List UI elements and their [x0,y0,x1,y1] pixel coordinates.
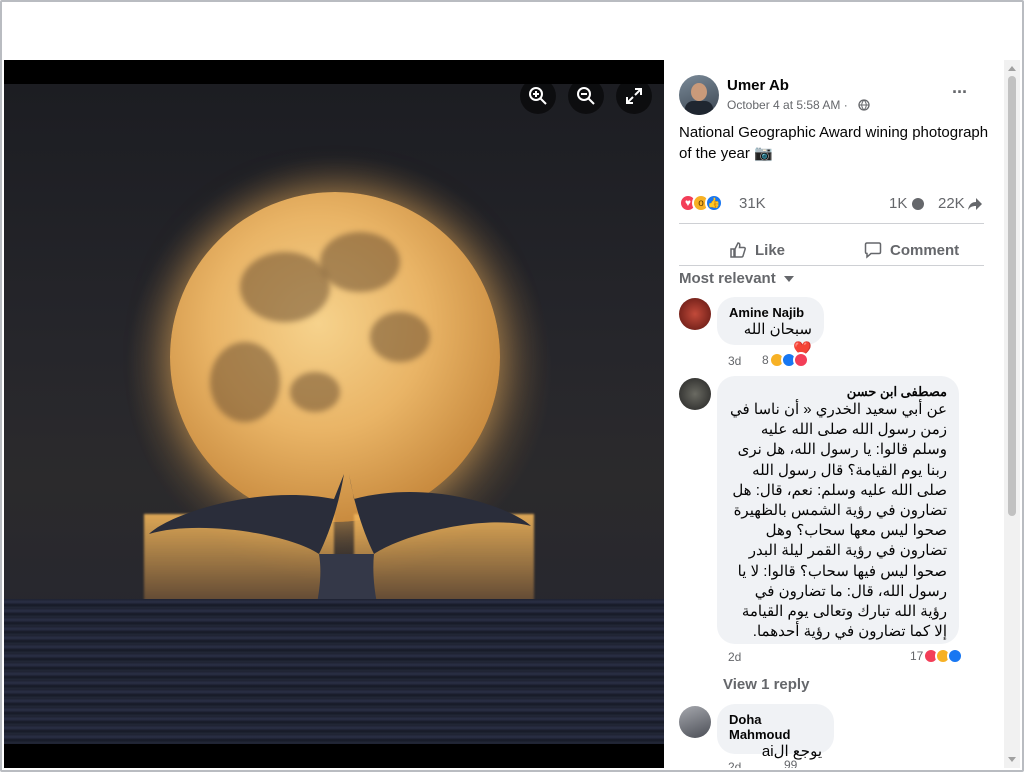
zoom-out-button[interactable] [568,78,604,114]
fullscreen-icon [626,88,642,104]
zoom-out-icon [577,87,595,105]
comment-button[interactable]: Comment [864,235,959,265]
photo-viewer [4,60,664,768]
like-icon [730,242,746,258]
reaction-icons[interactable]: ♥ o 👍 [679,194,723,213]
comments-count[interactable]: 1K [889,195,907,212]
comment-author[interactable]: مصطفى ابن حسن [729,384,947,400]
zoom-in-icon [529,87,547,105]
comment-reactions[interactable]: 8 [762,352,809,368]
sea [4,599,664,744]
comment-bubble: Amine Najib سبحان الله ❤️ [717,297,824,358]
commenter-avatar[interactable] [679,706,711,738]
scroll-thumb[interactable] [1008,76,1016,516]
comment-text: يوجع الai [761,743,822,760]
scroll-down-arrow[interactable] [1008,757,1016,762]
comment-reactions[interactable]: 99 [784,758,797,768]
comment-icon [864,242,882,259]
like-label: Like [755,241,786,259]
caret-down-icon [783,276,794,283]
comment-bubble: Doha Mahmoud يوجع الai [717,704,834,760]
fullscreen-button[interactable] [616,78,652,114]
sort-label: Most relevant [679,270,776,287]
scrollbar[interactable] [1004,60,1020,768]
love-reaction-icon [792,352,809,368]
comment-sort-dropdown[interactable]: Most relevant [679,270,794,287]
author-avatar[interactable] [679,75,719,115]
post-details-pane: Umer Ab October 4 at 5:58 AM · ··· Natio… [664,60,1004,768]
reaction-summary: ♥ o 👍 31K 1K 22K [679,192,984,216]
comment-reaction-count: 17 [910,649,924,663]
view-replies-link[interactable]: View 1 reply [723,676,809,693]
comment-time[interactable]: 3d [728,354,741,368]
author-name[interactable]: Umer Ab [727,77,789,94]
post-photo [4,84,664,744]
zoom-in-button[interactable] [520,78,556,114]
like-reaction-icon: 👍 [705,194,723,213]
shares-count[interactable]: 22K [938,195,965,212]
more-options-icon[interactable]: ··· [952,82,968,103]
comment-author[interactable]: Amine Najib [729,305,812,320]
comment-reaction-count: 8 [762,353,769,367]
comment-time[interactable]: 2d [728,760,741,768]
commenter-avatar[interactable] [679,298,711,330]
scroll-up-arrow[interactable] [1008,66,1016,71]
comment-reactions[interactable]: 17 [910,648,964,664]
globe-icon [858,99,870,111]
top-bar [2,2,1022,60]
divider [679,265,984,266]
comment-reaction-count: 99 [784,758,798,768]
like-reaction-icon [947,648,964,664]
post-timestamp[interactable]: October 4 at 5:58 AM · [727,98,848,112]
comment-bubble-icon [912,198,924,210]
commenter-avatar[interactable] [679,378,711,410]
comment-bubble: مصطفى ابن حسن عن أبي سعيد الخدري « أن نا… [717,376,959,644]
like-button[interactable]: Like [729,235,785,265]
divider [679,223,984,224]
comment-time[interactable]: 2d [728,650,741,664]
reactions-count[interactable]: 31K [739,195,766,212]
comment-label: Comment [890,241,960,259]
post-caption: National Geographic Award wining photogr… [679,124,989,162]
share-arrow-icon [968,198,982,210]
comment-text: عن أبي سعيد الخدري « أن ناسا في زمن رسول… [730,401,947,641]
comment-author[interactable]: Doha Mahmoud [729,712,822,742]
